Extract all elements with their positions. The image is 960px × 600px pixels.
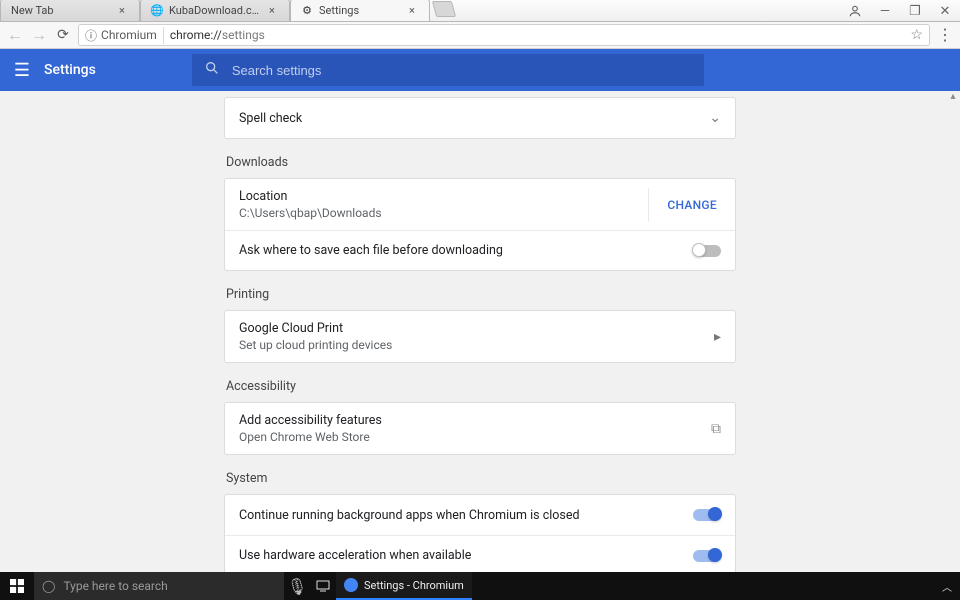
download-location-value: C:\Users\qbap\Downloads (239, 206, 382, 220)
settings-content[interactable]: Spell check ⌄ Downloads Location C:\User… (0, 91, 960, 572)
tab-kubadownload[interactable]: 🌐 KubaDownload.com - se × (140, 0, 290, 21)
gear-icon: ⚙ (301, 5, 313, 17)
hw-accel-label: Use hardware acceleration when available (239, 548, 471, 563)
settings-search[interactable] (192, 54, 704, 86)
printing-card: Google Cloud Print Set up cloud printing… (224, 310, 736, 363)
settings-title: Settings (44, 62, 96, 78)
close-icon[interactable]: × (409, 6, 419, 16)
close-icon[interactable]: × (119, 6, 129, 16)
settings-app: ☰ Settings ▴ Spell check ⌄ Downloads (0, 49, 960, 572)
account-icon[interactable] (840, 0, 870, 22)
system-tray[interactable]: ︿ (942, 579, 960, 594)
accessibility-section-title: Accessibility (226, 379, 736, 394)
downloads-section-title: Downloads (226, 155, 736, 170)
chevron-right-icon: ▸ (714, 329, 721, 345)
browser-toolbar: ← → ⟳ ⓘ Chromium chrome://settings ☆ ⋮ (0, 22, 960, 49)
hw-accel-row: Use hardware acceleration when available (225, 535, 735, 572)
windows-taskbar: ◯ Type here to search 🎙 Settings - Chrom… (0, 572, 960, 600)
url-host: chrome:// (170, 28, 222, 42)
minimize-button[interactable]: — (870, 0, 900, 22)
download-location-label: Location (239, 189, 382, 204)
browser-menu-button[interactable]: ⋮ (936, 27, 954, 43)
taskbar-search[interactable]: ◯ Type here to search (34, 572, 284, 600)
tab-strip: New Tab × 🌐 KubaDownload.com - se × ⚙ Se… (0, 0, 454, 21)
reload-button[interactable]: ⟳ (54, 26, 72, 44)
cortana-icon: ◯ (42, 579, 55, 593)
info-icon: ⓘ (85, 27, 97, 44)
window-chrome: New Tab × 🌐 KubaDownload.com - se × ⚙ Se… (0, 0, 960, 22)
maximize-button[interactable]: ❐ (900, 0, 930, 22)
ask-before-download-toggle[interactable] (693, 245, 721, 257)
tray-overflow-icon[interactable]: ︿ (942, 579, 952, 594)
new-tab-button[interactable] (432, 1, 456, 17)
tab-new-tab[interactable]: New Tab × (0, 0, 140, 21)
close-window-button[interactable]: ✕ (930, 0, 960, 22)
background-apps-row: Continue running background apps when Ch… (225, 495, 735, 535)
chevron-down-icon: ⌄ (709, 110, 721, 126)
url-path: settings (222, 28, 265, 42)
change-button[interactable]: CHANGE (648, 188, 721, 222)
ask-before-download-label: Ask where to save each file before downl… (239, 243, 503, 258)
window-controls: — ❐ ✕ (840, 0, 960, 22)
downloads-card: Location C:\Users\qbap\Downloads CHANGE … (224, 178, 736, 271)
tab-label: Settings (319, 4, 403, 17)
tab-label: New Tab (11, 4, 113, 17)
google-cloud-print-row[interactable]: Google Cloud Print Set up cloud printing… (225, 311, 735, 362)
taskbar-item-chromium[interactable]: Settings - Chromium (336, 572, 472, 600)
hamburger-icon[interactable]: ☰ (0, 60, 44, 81)
search-icon (204, 60, 220, 80)
spell-check-card: Spell check ⌄ (224, 97, 736, 139)
ask-before-download-row: Ask where to save each file before downl… (225, 230, 735, 270)
task-label: Settings - Chromium (364, 579, 464, 592)
tab-label: KubaDownload.com - se (169, 4, 263, 17)
gcp-sub: Set up cloud printing devices (239, 338, 392, 352)
settings-header: ☰ Settings (0, 49, 960, 91)
tab-settings[interactable]: ⚙ Settings × (290, 0, 430, 21)
system-section-title: System (226, 471, 736, 486)
gcp-label: Google Cloud Print (239, 321, 392, 336)
download-location-row: Location C:\Users\qbap\Downloads CHANGE (225, 179, 735, 230)
forward-button[interactable]: → (30, 26, 48, 44)
external-link-icon: ⧉ (711, 421, 721, 437)
scheme-label: Chromium (101, 28, 157, 42)
close-icon[interactable]: × (269, 6, 279, 16)
accessibility-card: Add accessibility features Open Chrome W… (224, 402, 736, 455)
add-accessibility-row[interactable]: Add accessibility features Open Chrome W… (225, 403, 735, 454)
scroll-up-icon[interactable]: ▴ (947, 91, 959, 102)
start-button[interactable] (0, 572, 34, 600)
spell-check-label: Spell check (239, 111, 302, 126)
settings-search-input[interactable] (232, 63, 692, 78)
back-button[interactable]: ← (6, 26, 24, 44)
microphone-icon[interactable]: 🎙 (284, 577, 310, 596)
printing-section-title: Printing (226, 287, 736, 302)
system-card: Continue running background apps when Ch… (224, 494, 736, 572)
bookmark-star-icon[interactable]: ☆ (910, 27, 923, 43)
add-accessibility-label: Add accessibility features (239, 413, 382, 428)
task-view-button[interactable] (310, 580, 336, 592)
favicon-icon: 🌐 (151, 5, 163, 17)
background-apps-toggle[interactable] (693, 509, 721, 521)
spell-check-row[interactable]: Spell check ⌄ (225, 98, 735, 138)
address-bar[interactable]: ⓘ Chromium chrome://settings ☆ (78, 24, 930, 46)
taskbar-search-placeholder: Type here to search (63, 579, 167, 593)
chromium-icon (344, 578, 358, 592)
background-apps-label: Continue running background apps when Ch… (239, 508, 580, 523)
hw-accel-toggle[interactable] (693, 550, 721, 562)
add-accessibility-sub: Open Chrome Web Store (239, 430, 382, 444)
